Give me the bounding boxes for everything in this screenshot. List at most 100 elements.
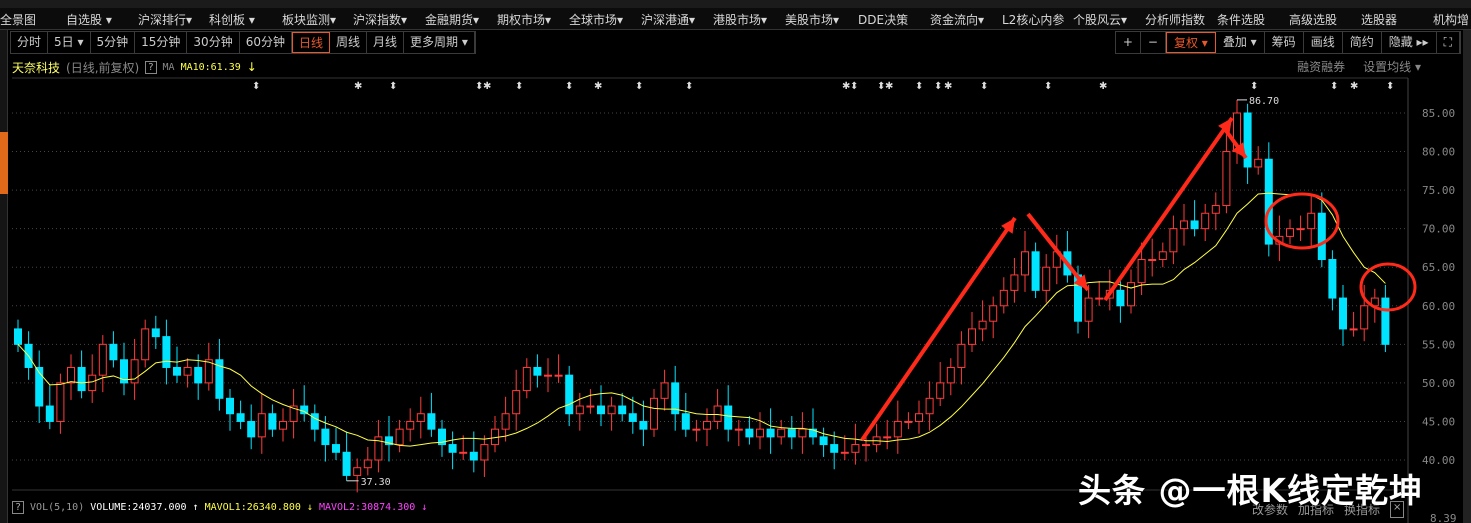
y-tick-label: 40.00 (1422, 454, 1455, 467)
down-arrow-icon: ↓ (421, 502, 428, 513)
candle-down (14, 328, 22, 345)
event-marker-icon: ✱ (944, 81, 952, 92)
candle-up (416, 413, 425, 422)
candle-up (1349, 328, 1358, 331)
candle-up (660, 382, 669, 399)
event-marker-icon: ⬍ (934, 81, 942, 92)
candle-down (819, 436, 828, 446)
event-marker-icon: ✱ (1350, 81, 1358, 92)
candle-up (98, 343, 107, 376)
candle-down (1031, 251, 1040, 291)
vol-help-button[interactable]: ? (12, 501, 25, 514)
candle-up (1095, 297, 1104, 300)
candle-up (512, 390, 521, 415)
candle-up (1211, 205, 1220, 214)
candle-down (1116, 289, 1125, 307)
event-marker-icon: ⬍ (252, 81, 260, 92)
candle-up (713, 405, 722, 422)
candle-up (978, 320, 987, 330)
event-marker-icon: ⬍ (635, 81, 643, 92)
watermark: 头条 @一根K线定乾坤 (1078, 471, 1424, 510)
candle-up (936, 382, 945, 399)
down-arrow-icon: ↓ (306, 502, 313, 513)
event-marker-icon: ⬍ (915, 81, 923, 92)
y-tick-label: 50.00 (1422, 377, 1455, 390)
candle-down (162, 336, 171, 368)
event-marker-icon: ⬍ (1386, 81, 1394, 92)
candle-down (533, 366, 542, 376)
candle-down (268, 413, 277, 430)
event-marker-icon: ⬍ (389, 81, 397, 92)
candle-up (1360, 305, 1369, 330)
y-tick-label: 80.00 (1422, 146, 1455, 159)
candle-up (257, 413, 266, 438)
mavol2-value: MAVOL2:30874.300 (318, 502, 416, 513)
event-marker-icon: ✱ (354, 81, 362, 92)
candle-up (946, 366, 955, 384)
candle-up (1148, 259, 1157, 262)
candle-up (1137, 259, 1146, 284)
candle-down (745, 428, 754, 438)
event-marker-icon: ⬍ (1044, 81, 1052, 92)
event-marker-icon: ✱ (483, 81, 491, 92)
candle-down (321, 428, 330, 446)
candle-up (883, 436, 892, 439)
candle-up (1180, 220, 1188, 230)
y-tick-label: 75.00 (1422, 184, 1455, 197)
candle-up (363, 459, 372, 469)
candle-up (1169, 228, 1178, 253)
event-marker-icon: ⬍ (685, 81, 693, 92)
candle-down (639, 420, 648, 430)
candle-up (968, 328, 976, 345)
event-marker-icon: ⬍ (980, 81, 988, 92)
event-marker-icon: ⬍ (850, 81, 858, 92)
candle-down (565, 374, 574, 415)
y-tick-label: 45.00 (1422, 415, 1455, 428)
candle-up (353, 467, 362, 476)
event-marker-icon: ⬍ (565, 81, 573, 92)
candle-down (226, 397, 234, 415)
annotation-arrow (860, 216, 1017, 442)
candle-up (862, 444, 870, 447)
ma10-line (17, 192, 1386, 447)
candle-up (1307, 212, 1316, 230)
candle-down (681, 413, 690, 430)
candle-down (1328, 259, 1337, 299)
candle-up (575, 405, 584, 415)
candle-down (1317, 212, 1326, 261)
candle-up (734, 428, 743, 431)
candle-down (194, 366, 203, 384)
candle-up (88, 374, 97, 392)
candle-up (1042, 266, 1051, 291)
candle-up (522, 366, 531, 392)
candle-down (1190, 220, 1199, 230)
candle-up (395, 428, 404, 446)
candle-up (406, 420, 415, 430)
candle-up (607, 405, 616, 415)
scrollbar[interactable] (1463, 30, 1471, 523)
candle-down (1243, 112, 1252, 168)
candle-up (904, 420, 913, 423)
candlestick-chart[interactable]: 85.00 80.00 75.00 70.00 65.00 60.00 55.00 50.00… (0, 0, 1471, 523)
vol-name: VOL(5,10) (30, 502, 85, 513)
candle-down (310, 413, 319, 430)
candle-down (469, 451, 478, 461)
candle-down (597, 405, 605, 415)
mavol1-value: MAVOL1:26340.800 (204, 502, 301, 513)
y-tick-label: 85.00 (1422, 107, 1455, 120)
candle-up (798, 428, 807, 438)
low-price-label: 37.30 (361, 477, 391, 488)
candle-up (777, 428, 786, 438)
candle-up (480, 444, 489, 461)
volume-value: VOLUME:24037.000 (90, 502, 187, 513)
y-tick-label: 55.00 (1422, 338, 1455, 351)
candle-up (957, 343, 966, 368)
candle-down (1339, 297, 1347, 330)
candle-up (1010, 274, 1019, 291)
event-marker-icon: ⬍ (1330, 81, 1338, 92)
candle-up (1254, 158, 1263, 168)
event-marker-icon: ✱ (594, 81, 602, 92)
candle-down (448, 444, 457, 453)
volume-indicator-bar: ? VOL(5,10) VOLUME:24037.000 ↑ MAVOL1:26… (12, 501, 427, 514)
candle-up (501, 413, 510, 430)
